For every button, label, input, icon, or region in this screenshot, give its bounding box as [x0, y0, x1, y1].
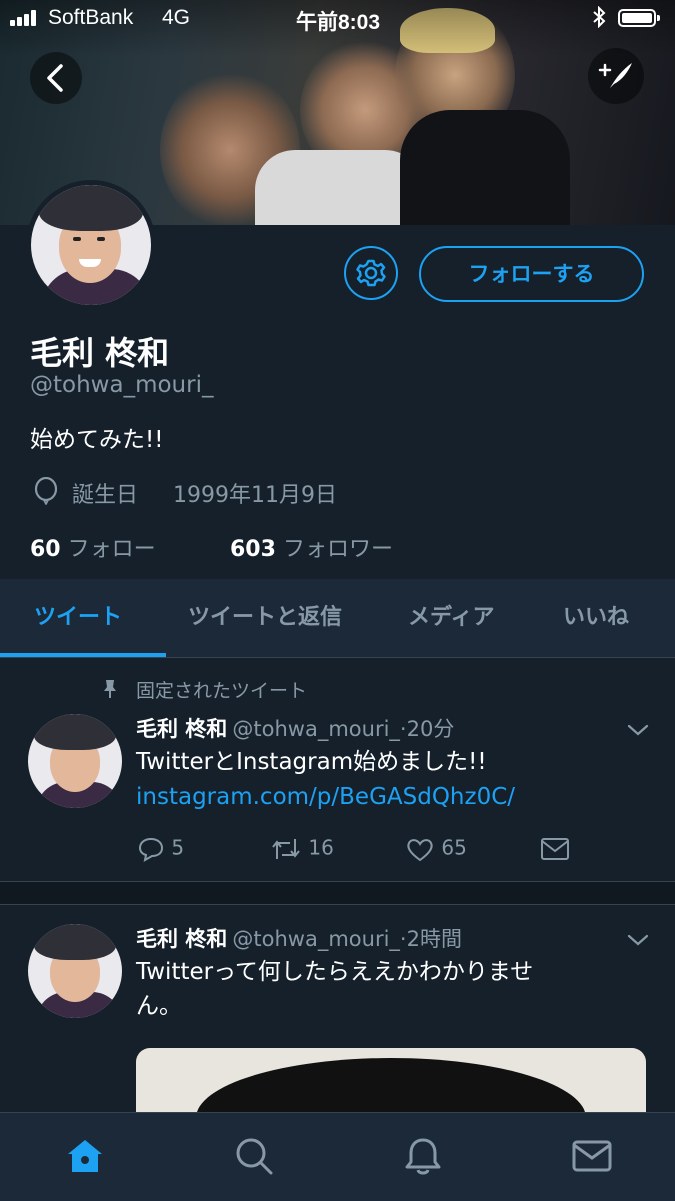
- reply-count: 5: [171, 835, 185, 860]
- notifications-icon: [405, 1138, 441, 1175]
- pin-icon: [100, 678, 120, 700]
- bluetooth-icon: [592, 5, 606, 33]
- carrier-name: SoftBank: [48, 6, 134, 29]
- profile-avatar[interactable]: [26, 180, 156, 310]
- compose-tweet-icon: [598, 63, 632, 88]
- retweet-button[interactable]: 16: [270, 835, 334, 863]
- tweet-author-name[interactable]: 毛利 柊和: [136, 717, 227, 741]
- tweet-header: 毛利 柊和 @tohwa_mouri_·20分: [136, 713, 454, 743]
- profile-bio: 始めてみた!!: [30, 427, 164, 453]
- retweet-count: 16: [308, 835, 334, 860]
- follow-button[interactable]: フォローする: [419, 246, 644, 302]
- reply-button[interactable]: 5: [137, 835, 184, 863]
- clock: 午前8:03: [296, 11, 381, 34]
- followers-count: 603: [230, 537, 276, 562]
- like-button[interactable]: 65: [405, 835, 467, 863]
- home-tab[interactable]: [64, 1135, 104, 1175]
- back-arrow-icon: [47, 64, 63, 92]
- tweet-separator: [0, 881, 675, 905]
- retweet-icon: [272, 839, 300, 859]
- profile-tabs: ツイート ツイートと返信 メディア いいね: [0, 579, 675, 658]
- tab-likes[interactable]: いいね: [563, 579, 629, 657]
- reply-icon: [138, 837, 164, 862]
- tweet-handle-time: @tohwa_mouri_·2時間: [232, 927, 462, 951]
- messages-icon: [572, 1140, 612, 1172]
- tweet-avatar[interactable]: [28, 924, 122, 1018]
- birthday-label: 誕生日: [72, 483, 139, 508]
- profile-name: 毛利 柊和: [30, 334, 170, 372]
- followers-label: フォロワー: [282, 537, 393, 562]
- back-button[interactable]: [30, 52, 82, 104]
- following-count: 60: [30, 537, 61, 562]
- tab-tweets-and-replies[interactable]: ツイートと返信: [188, 579, 342, 657]
- profile-handle: @tohwa_mouri_: [30, 372, 214, 398]
- dm-icon: [541, 838, 569, 860]
- tweet-link[interactable]: instagram.com/p/BeGASdQhz0C/: [136, 784, 515, 810]
- birthday-value: 1999年11月9日: [173, 483, 337, 508]
- tab-media[interactable]: メディア: [408, 579, 494, 657]
- birthday-balloon-icon: [32, 476, 60, 507]
- active-tab-indicator: [0, 653, 166, 657]
- signal-strength-icon: [10, 10, 44, 26]
- notifications-tab[interactable]: [402, 1135, 442, 1175]
- tweet-header: 毛利 柊和 @tohwa_mouri_·2時間: [136, 923, 462, 953]
- network-type: 4G: [162, 6, 191, 29]
- tweet-text: TwitterとInstagram始めました!!: [136, 749, 487, 775]
- search-tab[interactable]: [233, 1135, 273, 1175]
- chevron-down-icon[interactable]: [627, 722, 649, 736]
- tweet-author-name[interactable]: 毛利 柊和: [136, 927, 227, 951]
- messages-tab[interactable]: [571, 1135, 612, 1175]
- search-icon: [236, 1138, 273, 1175]
- like-icon: [407, 839, 433, 862]
- chevron-down-icon[interactable]: [627, 932, 649, 946]
- status-bar: SoftBank 4G 午前8:03: [0, 0, 675, 36]
- tweet-avatar[interactable]: [28, 714, 122, 808]
- gear-icon: [356, 259, 386, 287]
- battery-icon: [618, 9, 660, 27]
- following-link[interactable]: 60 フォロー: [30, 531, 156, 563]
- like-count: 65: [441, 835, 467, 860]
- tweet-text-line-2: ん。: [136, 993, 182, 1019]
- following-label: フォロー: [67, 537, 156, 562]
- pinned-tweet-label: 固定されたツイート: [136, 680, 308, 702]
- compose-tweet-button[interactable]: [588, 48, 644, 104]
- followers-link[interactable]: 603 フォロワー: [230, 531, 393, 563]
- profile-settings-button[interactable]: [344, 246, 398, 300]
- bottom-navigation: [0, 1112, 675, 1201]
- tweet-text-line-1: Twitterって何したらええかわかりませ: [136, 959, 534, 985]
- home-icon: [68, 1140, 102, 1172]
- tab-tweets[interactable]: ツイート: [34, 579, 122, 657]
- tweet-handle-time: @tohwa_mouri_·20分: [232, 717, 455, 741]
- dm-share-button[interactable]: [540, 835, 570, 863]
